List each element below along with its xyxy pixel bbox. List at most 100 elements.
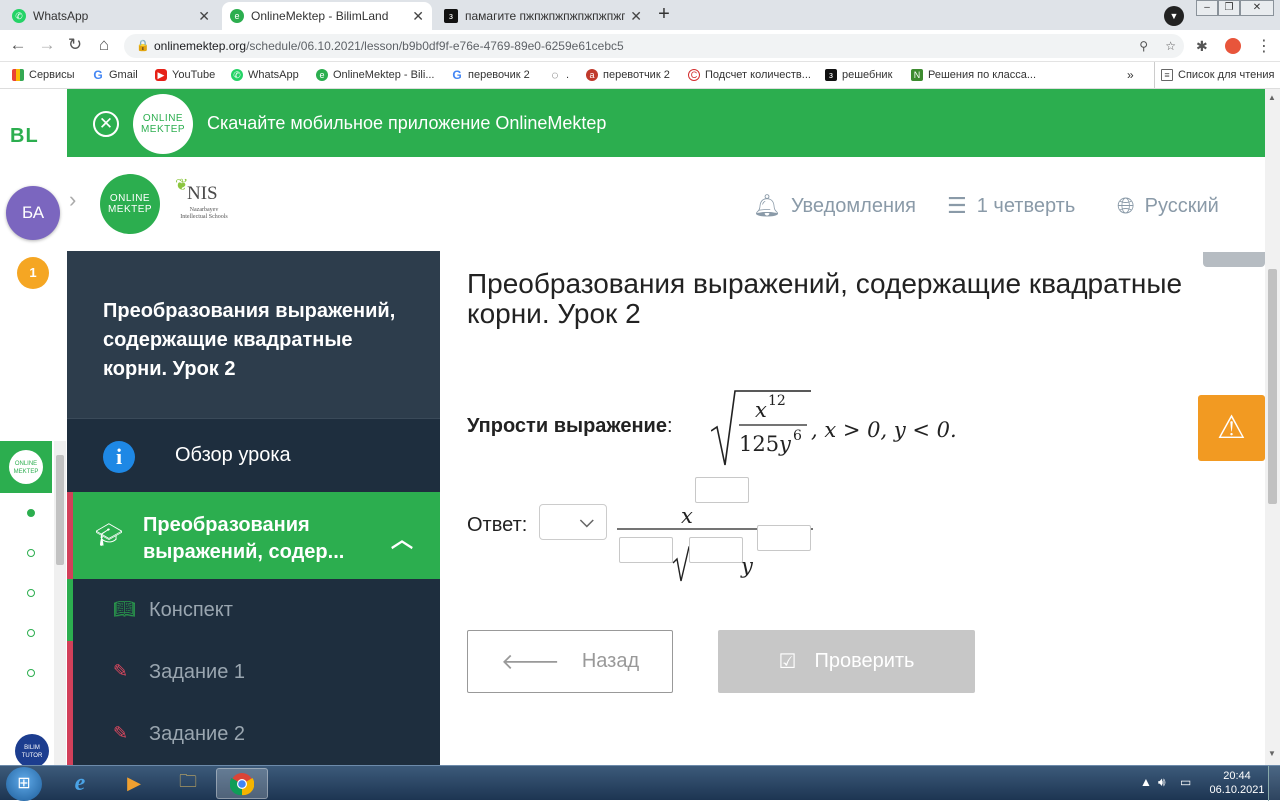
reload-icon[interactable]: ↻ (65, 35, 85, 55)
sidebar-item-notes[interactable]: 📖︎ Конспект (67, 579, 440, 641)
internet-explorer-icon[interactable]: e (54, 768, 106, 799)
bookmarks-overflow-button[interactable]: » (1127, 62, 1134, 88)
close-window-button[interactable]: ✕ (1240, 0, 1274, 16)
answer-sign-select[interactable]: ⌵ (539, 504, 607, 540)
warning-icon[interactable]: ⚠ (1198, 395, 1265, 461)
bookmark-dot[interactable]: ◌. (549, 62, 569, 88)
rail-step-dot[interactable] (27, 589, 35, 597)
google-g-icon: G (93, 68, 103, 82)
rail-step-dot[interactable] (27, 669, 35, 677)
whatsapp-icon: ✆ (231, 69, 243, 81)
math-condition: , x > 0, y < 0. (811, 418, 957, 442)
bookmark-podschet[interactable]: C Подсчет количеств... (688, 62, 811, 88)
zoom-icon[interactable]: ⚲ (1139, 34, 1148, 58)
file-explorer-icon[interactable]: 🗀 (162, 768, 214, 799)
bookmark-perevochik[interactable]: Gперевочик 2 (451, 62, 529, 88)
sidebar-item-task-2[interactable]: ✎ Задание 2 (67, 703, 440, 765)
new-tab-button[interactable]: + (652, 4, 676, 26)
bookmarks-bar: Сервисы G Gmail ▶ YouTube ✆ WhatsApp e Onlin… (0, 62, 1280, 89)
onlinemektep-logo: ONLINE MEKTEP (133, 94, 193, 154)
bookmark-label: YouTube (172, 69, 216, 81)
scroll-thumb[interactable] (1268, 269, 1277, 504)
quarter-selector[interactable]: ☰ 1 четверть (947, 193, 1075, 219)
bookmark-perevotchik[interactable]: а перевотчик 2 (586, 62, 670, 88)
bookmark-resheniya[interactable]: N Решения по класса... (911, 62, 1036, 88)
chevron-down-icon: ⌵ (580, 511, 594, 531)
answer-denominator-exponent-input[interactable] (757, 525, 811, 551)
bookmark-youtube[interactable]: ▶ YouTube (155, 62, 215, 88)
math-expression: x 12 125 y 6 , x > 0, y < 0. (711, 390, 957, 466)
sidebar-item-task-1[interactable]: ✎ Задание 1 (67, 641, 440, 703)
close-tab-icon[interactable]: ✕ (198, 8, 210, 25)
clock-time: 20:44 (1223, 770, 1251, 782)
chevron-up-icon[interactable]: ︿ (391, 522, 413, 554)
n-letter-icon: N (911, 69, 923, 81)
start-button[interactable]: ⊞ (6, 767, 42, 801)
sidebar-item-overview[interactable]: i Обзор урока (67, 421, 440, 491)
tab-znanija[interactable]: з памагите пжпжпжпжпжпжпжпжпжп ✕ (436, 2, 650, 30)
rail-onlinemektep-button[interactable]: ONLINE MEKTEP (0, 441, 52, 493)
banner-text[interactable]: Скачайте мобильное приложение OnlineMekt… (207, 113, 606, 134)
volume-icon[interactable]: 🔊︎ (1158, 775, 1166, 790)
notification-badge[interactable]: 1 (17, 257, 49, 289)
browser-menu-icon[interactable]: ⋮ (1256, 36, 1272, 56)
chrome-icon[interactable] (216, 768, 268, 799)
scroll-top-tab[interactable] (1203, 252, 1265, 267)
answer-row: Ответ: ⌵ x y (467, 477, 867, 585)
rail-scrollbar[interactable] (54, 441, 66, 765)
extensions-puzzle-icon[interactable]: ✱ (1196, 38, 1208, 55)
user-avatar[interactable]: БА (6, 186, 60, 240)
back-arrow-icon[interactable]: ← (8, 35, 28, 55)
bookmark-gmail[interactable]: G Gmail (92, 62, 138, 88)
status-bar (67, 703, 73, 765)
notifications-link[interactable]: 🔔︎ Уведомления (753, 193, 916, 219)
answer-numerator-exponent-input[interactable] (695, 477, 749, 503)
close-banner-icon[interactable]: ✕ (93, 111, 119, 137)
back-button-label: Назад (581, 650, 640, 672)
tab-search-icon[interactable]: ▼ (1164, 6, 1184, 26)
profile-avatar-icon[interactable] (1225, 38, 1241, 54)
tab-onlinemektep[interactable]: e OnlineMektep - BilimLand ✕ (222, 2, 432, 30)
bookmark-services[interactable]: Сервисы (12, 62, 75, 88)
scroll-up-icon[interactable]: ▲ (1268, 93, 1276, 102)
chevron-right-icon[interactable]: › (69, 187, 76, 213)
answer-radicand-input[interactable] (689, 537, 743, 563)
language-selector[interactable]: 🌐︎ Русский (1117, 193, 1219, 219)
minimize-button[interactable]: – (1196, 0, 1218, 16)
loading-circle-icon: ◌ (551, 68, 559, 82)
bookmark-whatsapp[interactable]: ✆ WhatsApp (231, 62, 299, 88)
page-scrollbar[interactable]: ▲ ▼ (1265, 89, 1280, 765)
media-player-icon[interactable]: ▶ (108, 768, 160, 799)
sidebar-section-current[interactable]: 🎓︎ Преобразования выражений, содер... ︿ (67, 492, 440, 579)
network-icon[interactable]: ▭ (1180, 775, 1191, 789)
bookmark-star-icon[interactable]: ☆ (1165, 34, 1176, 58)
check-button[interactable]: ☑ Проверить (718, 630, 975, 693)
bookmark-label: Решения по класса... (928, 69, 1037, 81)
url-input[interactable]: 🔒 onlinemektep.org/schedule/06.10.2021/l… (124, 34, 1184, 58)
home-icon[interactable]: ⌂ (94, 35, 114, 55)
close-tab-icon[interactable]: ✕ (630, 8, 642, 25)
rail-step-dot[interactable] (27, 549, 35, 557)
close-tab-icon[interactable]: ✕ (412, 8, 424, 25)
scroll-thumb[interactable] (56, 455, 64, 565)
status-bar (67, 579, 73, 641)
onlinemektep-logo[interactable]: ONLINE MEKTEP (100, 174, 160, 234)
tab-whatsapp[interactable]: ✆ WhatsApp ✕ (4, 2, 218, 30)
forward-arrow-icon[interactable]: → (37, 35, 57, 55)
bookmark-onlinemektep[interactable]: e OnlineMektep - Bili... (316, 62, 434, 88)
bookmark-reshebnik[interactable]: з решебник (825, 62, 892, 88)
answer-coefficient-input[interactable] (619, 537, 673, 563)
reading-list-button[interactable]: ≡ Список для чтения (1154, 62, 1274, 88)
page-content: BL БА 1 ONLINE MEKTEP BILIM TUTOR ✕ ONLI… (0, 89, 1280, 765)
bilim-tutor-logo[interactable]: BILIM TUTOR (15, 734, 49, 765)
scroll-down-icon[interactable]: ▼ (1268, 749, 1276, 758)
bookmark-label: Gmail (109, 69, 138, 81)
restore-button[interactable]: ❐ (1218, 0, 1240, 16)
rail-step-dot[interactable] (27, 509, 35, 517)
tray-expand-icon[interactable]: ▲ (1140, 775, 1152, 789)
bilimland-logo[interactable]: BL (10, 125, 39, 148)
back-button[interactable]: 🡐 Назад (467, 630, 673, 693)
show-desktop-button[interactable] (1268, 766, 1280, 801)
rail-step-dot[interactable] (27, 629, 35, 637)
clock[interactable]: 20:44 06.10.2021 (1202, 769, 1272, 797)
